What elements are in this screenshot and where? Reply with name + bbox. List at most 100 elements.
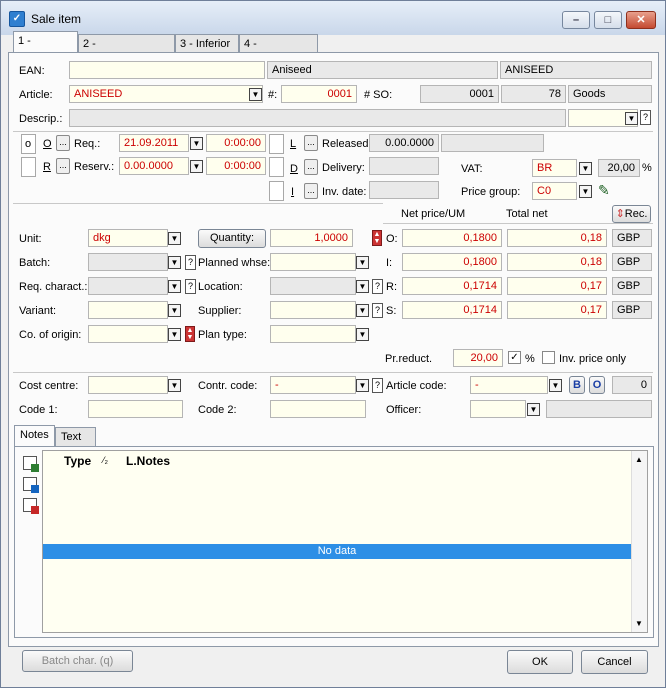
- supplier-input[interactable]: [270, 301, 356, 319]
- code2-input[interactable]: [270, 400, 366, 418]
- req-charact-dropdown-icon[interactable]: ▼: [168, 280, 181, 293]
- variant-dropdown-icon[interactable]: ▼: [168, 304, 181, 317]
- tab-inferior[interactable]: 3 - Inferior: [175, 34, 239, 54]
- cost-centre-input[interactable]: [88, 376, 168, 394]
- b-button[interactable]: B: [569, 376, 585, 394]
- number-input[interactable]: 0001: [281, 85, 357, 103]
- article-code-input[interactable]: -: [470, 376, 548, 394]
- quantity-input[interactable]: 1,0000: [270, 229, 353, 247]
- total-net-input[interactable]: 0,18: [507, 253, 607, 271]
- reserv-date-input[interactable]: 0.00.0000: [119, 157, 189, 175]
- reserv-time-input[interactable]: 0:00:00: [206, 157, 266, 175]
- cancel-button[interactable]: Cancel: [581, 650, 648, 674]
- prreduct-input[interactable]: 20,00: [453, 349, 503, 367]
- total-net-input[interactable]: 0,17: [507, 277, 607, 295]
- planned-whse-input[interactable]: [270, 253, 356, 271]
- planned-whse-label: Planned whse:: [198, 257, 271, 269]
- tab-general[interactable]: 1 - General: [13, 31, 78, 65]
- add-note-icon[interactable]: [23, 456, 39, 472]
- supplier-help-icon[interactable]: ?: [372, 303, 383, 318]
- add-marker: [31, 464, 39, 472]
- code1-input[interactable]: [88, 400, 183, 418]
- inv-price-only-checkbox[interactable]: [542, 351, 555, 364]
- planned-whse-dropdown-icon[interactable]: ▼: [356, 256, 369, 269]
- prreduct-checkbox[interactable]: ✓: [508, 351, 521, 364]
- total-net-input[interactable]: 0,17: [507, 301, 607, 319]
- vat-code-input[interactable]: BR: [532, 159, 577, 177]
- origin-spin-icon[interactable]: ▲ ▼: [185, 326, 195, 342]
- location-help-icon[interactable]: ?: [372, 279, 383, 294]
- scroll-down-icon[interactable]: ▼: [635, 619, 643, 628]
- notes-grid[interactable]: Type ⁄₂ L.Notes No data ▲ ▼: [42, 450, 648, 633]
- quantity-button[interactable]: Quantity:: [198, 229, 266, 248]
- article-code-dropdown-icon[interactable]: ▼: [549, 379, 562, 392]
- tab-dimensions[interactable]: 4 - Dimensions: [239, 34, 318, 68]
- origin-input[interactable]: [88, 325, 168, 343]
- tab-text[interactable]: Text: [55, 427, 96, 447]
- batch-char-button[interactable]: Batch char. (q): [22, 650, 133, 672]
- r-status-box[interactable]: [21, 157, 36, 177]
- i-browse-button[interactable]: ...: [304, 183, 318, 199]
- edit-icon[interactable]: ✎: [598, 182, 610, 199]
- description-dropdown-icon[interactable]: ▼: [625, 112, 638, 125]
- contr-code-input[interactable]: -: [270, 376, 356, 394]
- minimize-button[interactable]: –: [562, 11, 590, 29]
- batch-dropdown-icon[interactable]: ▼: [168, 256, 181, 269]
- cost-centre-dropdown-icon[interactable]: ▼: [168, 379, 181, 392]
- o-browse-button[interactable]: ...: [56, 135, 70, 151]
- net-price-input[interactable]: 0,1714: [402, 277, 502, 295]
- plan-type-input[interactable]: [270, 325, 356, 343]
- o-status-box[interactable]: o: [21, 134, 36, 154]
- vat-dropdown-icon[interactable]: ▼: [579, 162, 592, 175]
- officer-dropdown-icon[interactable]: ▼: [527, 403, 540, 416]
- l-status-box[interactable]: [269, 134, 284, 154]
- contr-code-help-icon[interactable]: ?: [372, 378, 383, 393]
- grid-scrollbar[interactable]: ▲ ▼: [631, 451, 647, 632]
- unit-dropdown-icon[interactable]: ▼: [168, 232, 181, 245]
- batch-help-icon[interactable]: ?: [185, 255, 196, 270]
- origin-dropdown-icon[interactable]: ▼: [168, 328, 181, 341]
- r-browse-button[interactable]: ...: [56, 158, 70, 174]
- rec-button[interactable]: ⇕Rec.: [612, 205, 651, 223]
- column-type[interactable]: Type: [64, 454, 91, 468]
- currency-field: GBP: [612, 229, 652, 247]
- maximize-button[interactable]: □: [594, 11, 622, 29]
- tab-notes[interactable]: Notes: [14, 425, 55, 447]
- delete-note-icon[interactable]: [23, 498, 39, 514]
- description-help-icon[interactable]: ?: [640, 110, 651, 125]
- d-browse-button[interactable]: ...: [304, 159, 318, 175]
- close-button[interactable]: ✕: [626, 11, 656, 29]
- article-dropdown-icon[interactable]: ▼: [249, 88, 262, 101]
- supplier-dropdown-icon[interactable]: ▼: [356, 304, 369, 317]
- edit-note-icon[interactable]: [23, 477, 39, 493]
- variant-input[interactable]: [88, 301, 168, 319]
- ean-input[interactable]: [69, 61, 265, 79]
- location-dropdown-icon[interactable]: ▼: [356, 280, 369, 293]
- article-input[interactable]: ANISEED: [69, 85, 263, 103]
- net-price-input[interactable]: 0,1800: [402, 229, 502, 247]
- l-browse-button[interactable]: ...: [304, 135, 318, 151]
- req-date-dropdown-icon[interactable]: ▼: [190, 137, 203, 150]
- net-price-input[interactable]: 0,1714: [402, 301, 502, 319]
- price-group-input[interactable]: C0: [532, 182, 577, 200]
- plan-type-dropdown-icon[interactable]: ▼: [356, 328, 369, 341]
- tab-characteristics[interactable]: 2 - Characteristics: [78, 34, 175, 68]
- total-net-input[interactable]: 0,18: [507, 229, 607, 247]
- column-lnotes[interactable]: L.Notes: [126, 454, 170, 468]
- o-button[interactable]: O: [589, 376, 605, 394]
- reserv-date-dropdown-icon[interactable]: ▼: [190, 160, 203, 173]
- quantity-spin-icon[interactable]: ▲ ▼: [372, 230, 382, 246]
- vat-label: VAT:: [461, 163, 483, 175]
- scroll-up-icon[interactable]: ▲: [635, 455, 643, 464]
- contr-code-dropdown-icon[interactable]: ▼: [356, 379, 369, 392]
- req-charact-help-icon[interactable]: ?: [185, 279, 196, 294]
- d-status-box[interactable]: [269, 157, 284, 177]
- ok-button[interactable]: OK: [507, 650, 573, 674]
- unit-input[interactable]: dkg: [88, 229, 168, 247]
- req-time-input[interactable]: 0:00:00: [206, 134, 266, 152]
- price-group-dropdown-icon[interactable]: ▼: [579, 185, 592, 198]
- officer-input[interactable]: [470, 400, 526, 418]
- net-price-input[interactable]: 0,1800: [402, 253, 502, 271]
- req-date-input[interactable]: 21.09.2011: [119, 134, 189, 152]
- i-status-box[interactable]: [269, 181, 284, 201]
